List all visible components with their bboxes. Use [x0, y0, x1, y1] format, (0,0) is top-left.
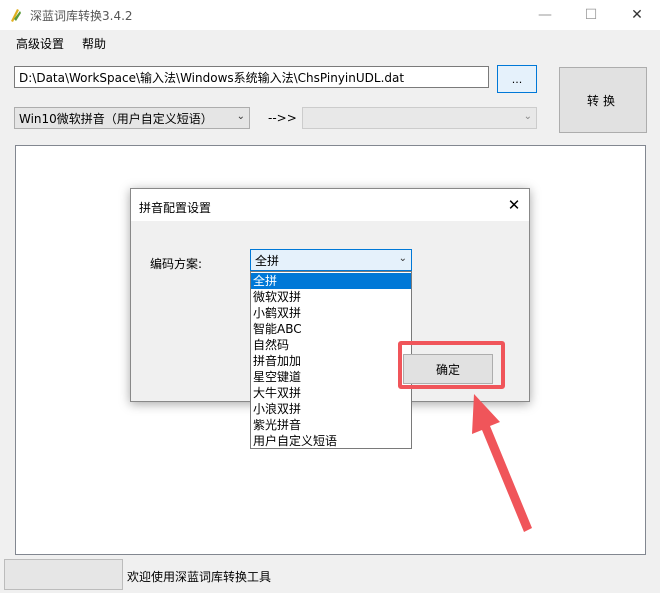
target-format-select[interactable]: ⌄ [302, 107, 537, 129]
source-format-select[interactable]: Win10微软拼音（用户自定义短语） ⌄ [14, 107, 250, 129]
chevron-down-icon: ⌄ [398, 253, 407, 264]
menu-help[interactable]: 帮助 [82, 35, 106, 52]
encoding-scheme-select[interactable]: 全拼 ⌄ [250, 249, 412, 271]
maximize-icon: ☐ [584, 7, 598, 23]
dialog-close-button[interactable]: ✕ [505, 196, 523, 214]
scheme-option[interactable]: 全拼 [251, 273, 411, 289]
window-title: 深蓝词库转换3.4.2 [30, 9, 133, 23]
encoding-scheme-label: 编码方案: [150, 257, 203, 271]
minimize-button[interactable]: — [522, 0, 568, 30]
scheme-option[interactable]: 紫光拼音 [251, 417, 411, 433]
convert-button[interactable]: 转换 [559, 67, 647, 133]
encoding-scheme-dropdown-list: 全拼 微软双拼 小鹤双拼 智能ABC 自然码 拼音加加 星空键道 大牛双拼 小浪… [250, 271, 412, 449]
close-icon: ✕ [507, 196, 521, 214]
dialog-title: 拼音配置设置 [139, 201, 212, 215]
scheme-option[interactable]: 大牛双拼 [251, 385, 411, 401]
scheme-option[interactable]: 小浪双拼 [251, 401, 411, 417]
close-icon: ✕ [631, 7, 643, 23]
status-message: 欢迎使用深蓝词库转换工具 [127, 570, 272, 584]
scheme-option[interactable]: 微软双拼 [251, 289, 411, 305]
scheme-option[interactable]: 拼音加加 [251, 353, 411, 369]
menu-advanced-settings[interactable]: 高级设置 [16, 35, 64, 52]
annotation-arrow-icon [472, 394, 532, 532]
scheme-option[interactable]: 小鹤双拼 [251, 305, 411, 321]
scheme-option[interactable]: 星空键道 [251, 369, 411, 385]
annotation-highlight-box [398, 341, 505, 389]
chevron-down-icon: ⌄ [523, 111, 532, 122]
app-icon [8, 7, 24, 23]
browse-button[interactable]: ... [497, 65, 537, 93]
direction-arrow-label: -->> [268, 111, 297, 125]
maximize-button[interactable]: ☐ [568, 0, 614, 30]
chevron-down-icon: ⌄ [236, 111, 245, 122]
encoding-scheme-value: 全拼 [255, 254, 280, 268]
close-button[interactable]: ✕ [614, 0, 660, 30]
progress-bar [4, 559, 123, 590]
minimize-icon: — [538, 7, 552, 23]
scheme-option[interactable]: 智能ABC [251, 321, 411, 337]
scheme-option[interactable]: 用户自定义短语 [251, 433, 411, 449]
source-format-value: Win10微软拼音（用户自定义短语） [19, 112, 213, 126]
scheme-option[interactable]: 自然码 [251, 337, 411, 353]
file-path-input[interactable]: D:\Data\WorkSpace\输入法\Windows系统输入法\ChsPi… [14, 66, 489, 88]
